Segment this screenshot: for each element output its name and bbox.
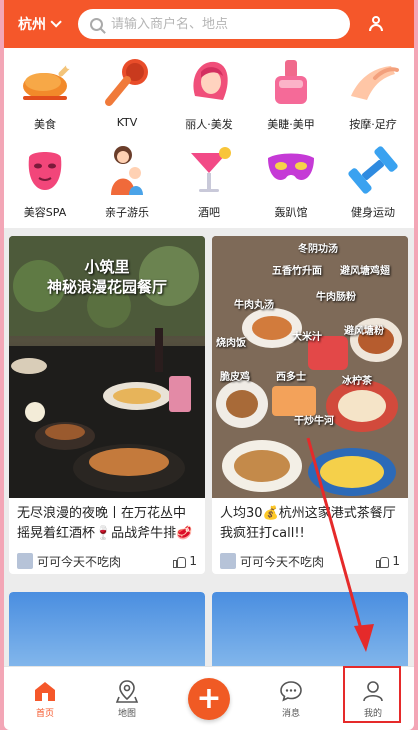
home-icon — [32, 678, 58, 704]
nav-map[interactable]: 地图 — [97, 678, 157, 719]
category-fitness[interactable]: 健身运动 — [332, 142, 414, 230]
post-meta: 可可今天不吃肉 1 — [9, 548, 205, 574]
avatar[interactable] — [17, 553, 33, 569]
hair-icon — [181, 54, 237, 110]
overlay-tag: 牛肉肠粉 — [316, 292, 356, 303]
party-mask-icon — [263, 142, 319, 198]
like-button[interactable]: 1 — [376, 554, 400, 568]
post-card[interactable] — [9, 592, 205, 672]
category-hair[interactable]: 丽人·美发 — [168, 54, 250, 142]
category-grid: 美食 KTV 丽人·美发 美睫·美甲 按摩·足疗 美容SPA 亲子游乐 酒吧 轰… — [4, 48, 414, 228]
category-ktv[interactable]: KTV — [86, 54, 168, 142]
cocktail-icon — [181, 142, 237, 198]
category-label: 丽人·美发 — [185, 118, 233, 131]
nav-label: 地图 — [117, 709, 136, 719]
top-bar: 杭州 — [4, 0, 414, 48]
thumbs-up-icon — [376, 554, 390, 568]
content-feed[interactable]: 小筑里 神秘浪漫花园餐厅 无尽浪漫的夜晚丨在万花丛中摇晃着红酒杯🍷品战斧牛排🥩 … — [4, 230, 414, 672]
nav-label: 消息 — [281, 709, 300, 719]
overlay-tag: 冰柠茶 — [342, 376, 372, 387]
search-bar[interactable] — [78, 9, 350, 39]
overlay-tag: 避风塘粉 — [344, 326, 384, 337]
category-family[interactable]: 亲子游乐 — [86, 142, 168, 230]
like-count: 1 — [392, 554, 400, 568]
user-icon[interactable] — [368, 16, 384, 32]
message-icon — [278, 678, 304, 704]
nav-label: 我的 — [363, 709, 382, 719]
like-button[interactable]: 1 — [173, 554, 197, 568]
category-nails[interactable]: 美睫·美甲 — [250, 54, 332, 142]
city-label: 杭州 — [18, 17, 46, 33]
category-label: 酒吧 — [198, 206, 220, 219]
search-icon — [90, 17, 103, 31]
category-label: 按摩·足疗 — [349, 118, 397, 131]
map-pin-icon — [114, 678, 140, 704]
overlay-tag: 牛肉丸汤 — [234, 300, 274, 311]
post-meta: 可可今天不吃肉 1 — [212, 548, 408, 574]
post-card[interactable] — [212, 592, 408, 672]
overlay-title-line2: 神秘浪漫花园餐厅 — [46, 278, 167, 296]
overlay-tag: 冬阴功汤 — [298, 244, 338, 255]
microphone-icon — [99, 54, 155, 110]
overlay-tag: 大米汁 — [292, 332, 322, 343]
massage-hand-icon — [345, 54, 401, 110]
post-card[interactable]: 冬阴功汤 五香竹升面 避风塘鸡翅 牛肉丸汤 牛肉肠粉 烧肉饭 大米汁 避风塘粉 … — [212, 236, 408, 574]
overlay-tag: 避风塘鸡翅 — [340, 266, 390, 277]
post-image[interactable] — [9, 592, 205, 672]
category-label: 健身运动 — [351, 206, 395, 219]
overlay-title-line1: 小筑里 — [84, 258, 130, 276]
category-party[interactable]: 轰趴馆 — [250, 142, 332, 230]
category-bar[interactable]: 酒吧 — [168, 142, 250, 230]
category-label: KTV — [116, 116, 138, 129]
post-card[interactable]: 小筑里 神秘浪漫花园餐厅 无尽浪漫的夜晚丨在万花丛中摇晃着红酒杯🍷品战斧牛排🥩 … — [9, 236, 205, 574]
nav-label: 首页 — [35, 709, 54, 719]
like-count: 1 — [189, 554, 197, 568]
category-label: 美容SPA — [23, 206, 67, 219]
post-image[interactable] — [212, 592, 408, 672]
dumbbell-icon — [345, 142, 401, 198]
overlay-tag: 烧肉饭 — [216, 338, 246, 349]
plus-icon: + — [188, 677, 230, 720]
category-label: 美睫·美甲 — [267, 118, 315, 131]
overlay-tag: 五香竹升面 — [272, 266, 322, 277]
user-icon — [360, 678, 386, 704]
parent-child-icon — [99, 142, 155, 198]
category-food[interactable]: 美食 — [4, 54, 86, 142]
app-screen: 杭州 美食 KTV 丽人·美发 — [4, 0, 414, 730]
bottom-nav: 首页 地图 + 消息 我的 — [4, 666, 414, 730]
category-label: 美食 — [34, 118, 56, 131]
roast-chicken-icon — [17, 54, 73, 110]
face-mask-icon — [17, 142, 73, 198]
category-label: 亲子游乐 — [105, 206, 149, 219]
overlay-tag: 西多士 — [276, 372, 306, 383]
search-input[interactable] — [111, 16, 331, 32]
nail-polish-icon — [263, 54, 319, 110]
chevron-down-icon — [50, 16, 62, 28]
author-name[interactable]: 可可今天不吃肉 — [37, 553, 173, 570]
thumbs-up-icon — [173, 554, 187, 568]
category-label: 轰趴馆 — [274, 206, 308, 219]
nav-mine[interactable]: 我的 — [343, 678, 403, 719]
post-image[interactable]: 小筑里 神秘浪漫花园餐厅 — [9, 236, 205, 498]
city-selector[interactable]: 杭州 — [18, 14, 78, 34]
overlay-tag: 干炒牛河 — [294, 416, 334, 427]
category-massage[interactable]: 按摩·足疗 — [332, 54, 414, 142]
post-title[interactable]: 无尽浪漫的夜晚丨在万花丛中摇晃着红酒杯🍷品战斧牛排🥩 — [9, 498, 205, 548]
avatar[interactable] — [220, 553, 236, 569]
post-title[interactable]: 人均30💰杭州这家港式茶餐厅我疯狂打call!! — [212, 498, 408, 548]
nav-publish[interactable]: + — [179, 677, 239, 720]
post-image[interactable]: 冬阴功汤 五香竹升面 避风塘鸡翅 牛肉丸汤 牛肉肠粉 烧肉饭 大米汁 避风塘粉 … — [212, 236, 408, 498]
nav-messages[interactable]: 消息 — [261, 678, 321, 719]
author-name[interactable]: 可可今天不吃肉 — [240, 553, 376, 570]
overlay-tag: 脆皮鸡 — [220, 372, 250, 383]
nav-home[interactable]: 首页 — [15, 678, 75, 719]
category-spa[interactable]: 美容SPA — [4, 142, 86, 230]
